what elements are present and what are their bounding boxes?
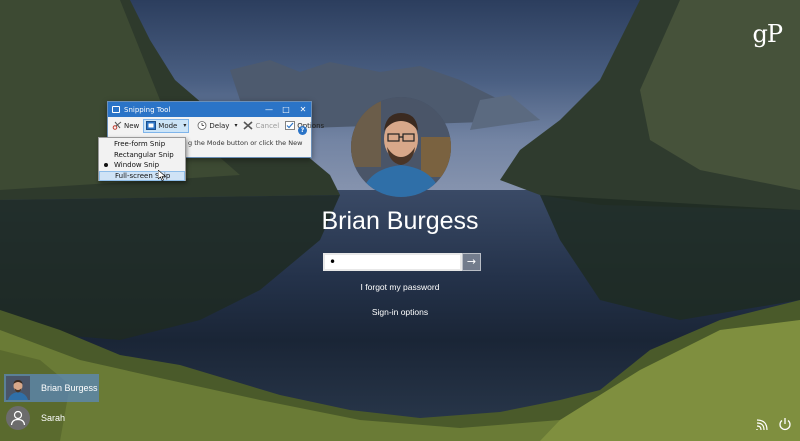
delay-button-label: Delay [209,121,230,130]
menu-item-rectangular-snip[interactable]: Rectangular Snip [99,150,185,161]
gp-watermark: gP [752,20,782,48]
new-button-label: New [124,121,140,130]
help-icon[interactable]: ? [298,126,307,135]
password-input[interactable] [323,253,462,271]
new-button[interactable]: New [110,119,141,133]
user-list-name: Brian Burgess [41,383,98,393]
cancel-button[interactable]: Cancel [241,119,281,133]
forgot-password-link[interactable]: I forgot my password [0,282,800,292]
mode-button[interactable]: Mode ▾ [143,118,190,133]
photo-avatar [6,376,30,400]
menu-item-label: Rectangular Snip [114,150,174,159]
clock-icon [197,121,207,130]
x-icon [243,121,253,130]
rectangle-snip-icon [146,121,157,130]
generic-person-icon [6,406,30,430]
menu-item-free-form-snip[interactable]: Free-form Snip [99,139,185,150]
maximize-button[interactable]: □ [278,102,294,117]
close-button[interactable]: ✕ [295,102,311,117]
user-list-item-sarah[interactable]: Sarah [4,404,99,432]
network-icon[interactable] [756,417,770,431]
menu-item-label: Free-form Snip [114,140,166,148]
window-title: Snipping Tool [124,105,171,114]
snipping-tool-toolbar: New Mode ▾ Delay ▾ Cancel Options [108,117,324,134]
user-avatar [351,97,451,197]
submit-arrow-button[interactable]: → [462,253,481,271]
mouse-cursor-icon [158,170,166,181]
cancel-button-label: Cancel [255,121,280,130]
user-list-item-brian-burgess[interactable]: Brian Burgess [4,374,99,402]
profile-photo [351,97,451,197]
sign-in-options-link[interactable]: Sign-in options [0,307,800,317]
chevron-down-icon: ▾ [183,122,187,129]
radio-bullet-icon [104,163,108,167]
password-field-group: → [323,253,481,271]
delay-button[interactable]: Delay ▾ [195,119,239,133]
chevron-down-icon: ▾ [234,122,238,129]
power-icon[interactable] [778,417,792,431]
menu-item-window-snip[interactable]: Window Snip [99,160,185,171]
scissors-icon [112,121,122,130]
checklist-icon [285,121,296,130]
person-silhouette-icon [10,410,26,426]
user-list-name: Sarah [41,413,66,423]
arrow-right-icon: → [466,255,477,268]
minimize-button[interactable]: — [261,102,277,117]
mode-dropdown-menu: Free-form Snip Rectangular Snip Window S… [98,137,186,181]
snipping-tool-titlebar[interactable]: Snipping Tool — □ ✕ [108,102,311,117]
mode-button-label: Mode [158,121,178,130]
scissors-icon [112,106,120,113]
menu-item-full-screen-snip[interactable]: Full-screen Snip [99,170,185,181]
login-user-name: Brian Burgess [321,207,479,235]
menu-item-label: Window Snip [114,161,160,169]
photo-avatar-image [6,376,30,400]
